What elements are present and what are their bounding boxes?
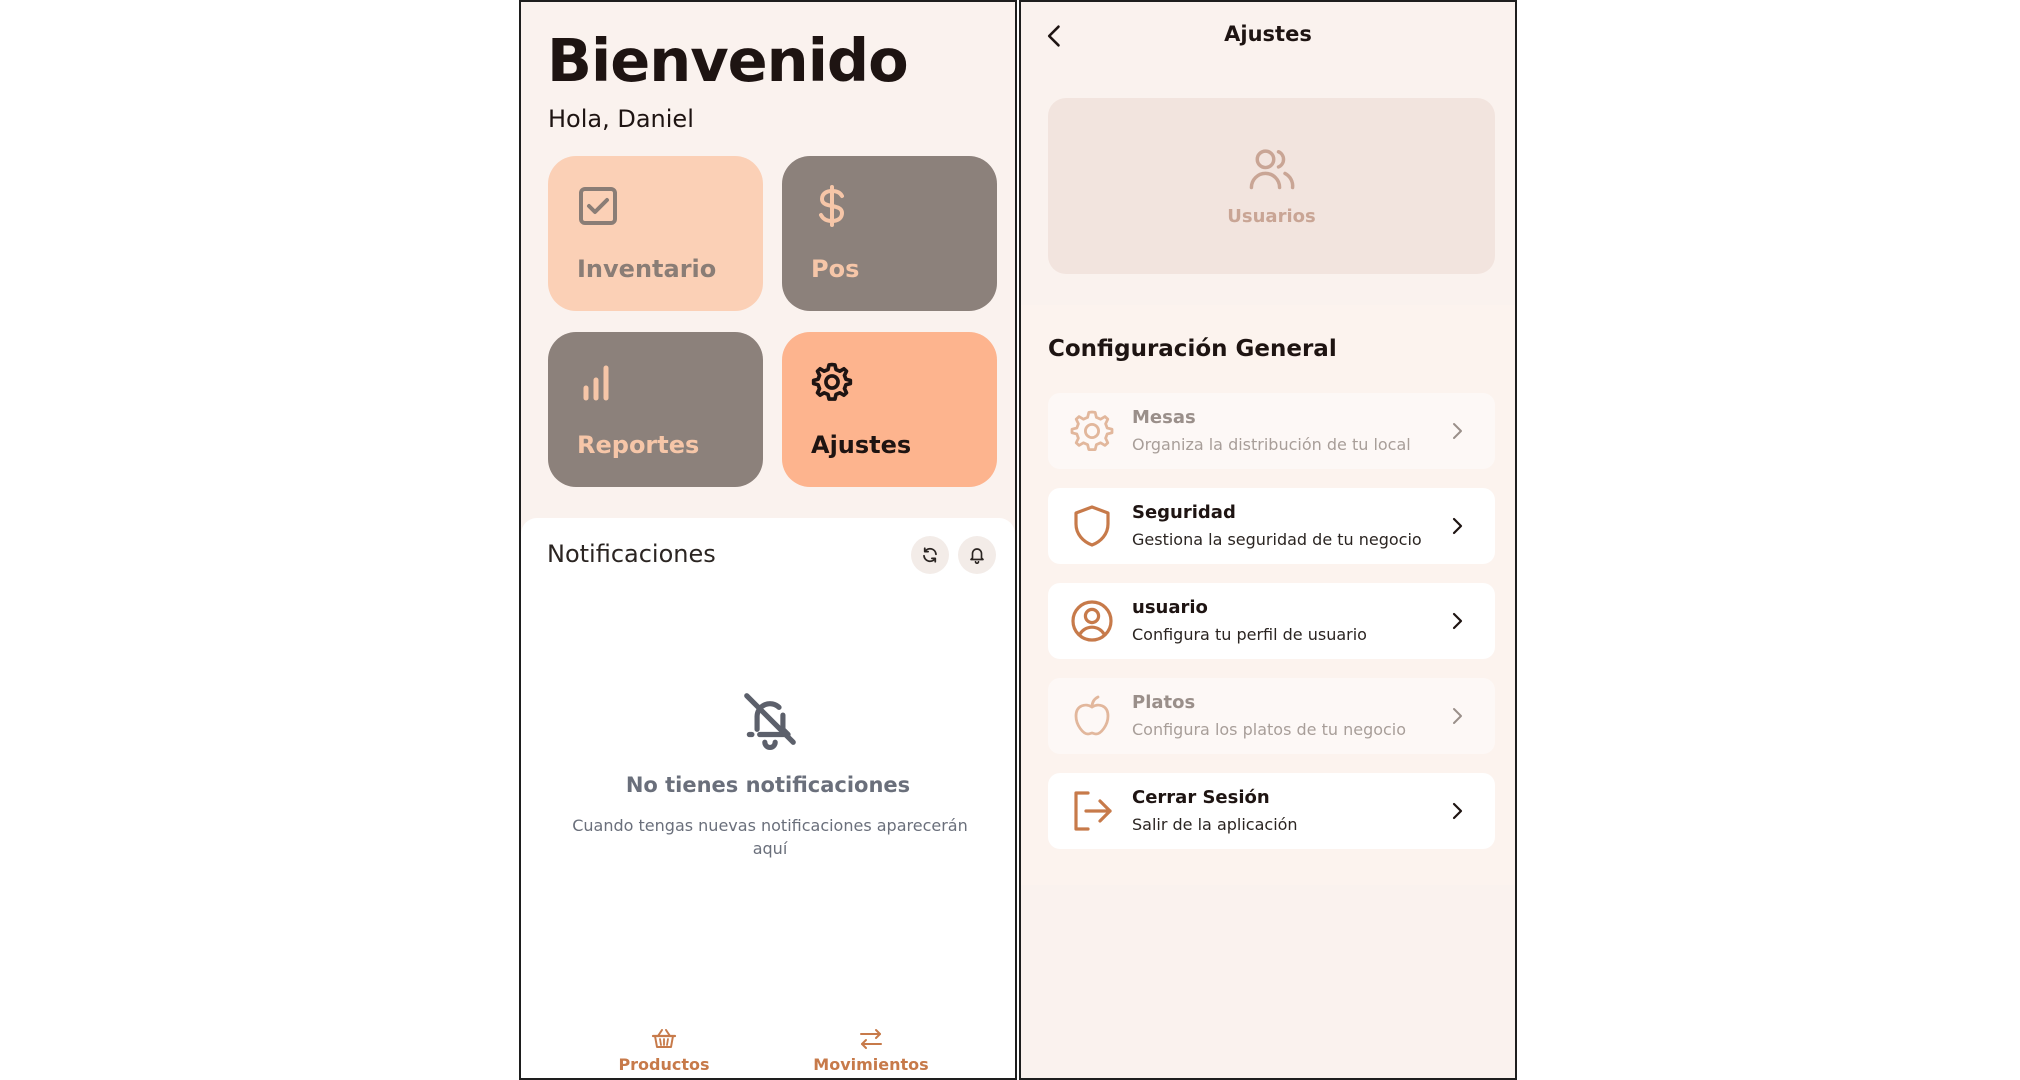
users-card-label: Usuarios xyxy=(1227,206,1316,227)
chevron-right-icon xyxy=(1452,517,1463,535)
logout-icon xyxy=(1074,791,1112,831)
tile-pos[interactable]: Pos xyxy=(782,156,997,311)
bar-chart-icon xyxy=(583,365,609,401)
checkbox-icon xyxy=(579,187,617,225)
settings-item-cerrar-sesion[interactable]: Cerrar Sesión Salir de la aplicación xyxy=(1048,773,1495,849)
chevron-right-icon xyxy=(1452,612,1463,630)
page-title: Ajustes xyxy=(1224,22,1312,46)
settings-item-mesas[interactable]: Mesas Organiza la distribución de tu loc… xyxy=(1048,393,1495,469)
nav-movimientos[interactable]: Movimientos xyxy=(801,1027,941,1074)
notifications-title: Notificaciones xyxy=(547,540,716,568)
item-subtitle: Configura tu perfil de usuario xyxy=(1132,625,1367,644)
item-title: Mesas xyxy=(1132,407,1196,428)
item-subtitle: Configura los platos de tu negocio xyxy=(1132,720,1407,739)
basket-icon xyxy=(651,1029,677,1048)
item-title: Seguridad xyxy=(1132,502,1236,523)
arrows-exchange-icon xyxy=(860,1029,882,1049)
chevron-right-icon xyxy=(1452,802,1463,820)
empty-state-text: Cuando tengas nuevas notificaciones apar… xyxy=(572,816,968,858)
home-screen: Bienvenido Hola, Daniel Inventario Pos R… xyxy=(519,0,1017,1080)
users-card[interactable]: Usuarios xyxy=(1048,98,1495,274)
settings-item-usuario[interactable]: usuario Configura tu perfil de usuario xyxy=(1048,583,1495,659)
nav-label: Productos xyxy=(618,1055,710,1074)
config-section: Configuración General Mesas Organiza la … xyxy=(1021,305,1515,885)
tile-label: Ajustes xyxy=(811,431,912,459)
item-title: usuario xyxy=(1132,597,1208,618)
tile-label: Inventario xyxy=(577,255,717,283)
tile-ajustes[interactable]: Ajustes xyxy=(782,332,997,487)
refresh-icon xyxy=(923,547,937,563)
chevron-right-icon xyxy=(1453,708,1462,724)
page-title: Bienvenido xyxy=(547,26,909,95)
gear-icon xyxy=(1070,410,1114,451)
item-title: Platos xyxy=(1132,692,1196,713)
tile-inventario[interactable]: Inventario xyxy=(548,156,763,311)
refresh-button[interactable] xyxy=(911,536,949,574)
item-subtitle: Gestiona la seguridad de tu negocio xyxy=(1132,530,1422,549)
empty-state-title: No tienes notificaciones xyxy=(625,773,911,797)
gear-icon xyxy=(811,362,853,401)
tile-label: Reportes xyxy=(577,431,700,459)
tile-label: Pos xyxy=(811,255,860,283)
section-title: Configuración General xyxy=(1048,336,1337,362)
notifications-button[interactable] xyxy=(958,536,996,574)
settings-item-platos[interactable]: Platos Configura los platos de tu negoci… xyxy=(1048,678,1495,754)
settings-screen: Ajustes Usuarios Configuración General M… xyxy=(1019,0,1517,1080)
user-circle-icon xyxy=(1071,600,1113,642)
shield-icon xyxy=(1074,505,1110,547)
item-title: Cerrar Sesión xyxy=(1132,787,1270,808)
chevron-right-icon xyxy=(1453,423,1462,439)
tile-reportes[interactable]: Reportes xyxy=(548,332,763,487)
item-subtitle: Organiza la distribución de tu local xyxy=(1132,435,1411,454)
notifications-panel: Notificaciones No tienes notificaciones … xyxy=(521,518,1015,1078)
dollar-icon xyxy=(819,185,845,227)
bell-icon xyxy=(970,548,984,564)
bell-off-icon xyxy=(744,693,796,750)
nav-productos[interactable]: Productos xyxy=(594,1027,734,1074)
item-subtitle: Salir de la aplicación xyxy=(1132,815,1298,834)
greeting-text: Hola, Daniel xyxy=(548,105,694,133)
nav-label: Movimientos xyxy=(813,1055,929,1074)
apple-icon xyxy=(1074,695,1110,736)
users-icon xyxy=(1249,149,1295,190)
settings-item-seguridad[interactable]: Seguridad Gestiona la seguridad de tu ne… xyxy=(1048,488,1495,564)
